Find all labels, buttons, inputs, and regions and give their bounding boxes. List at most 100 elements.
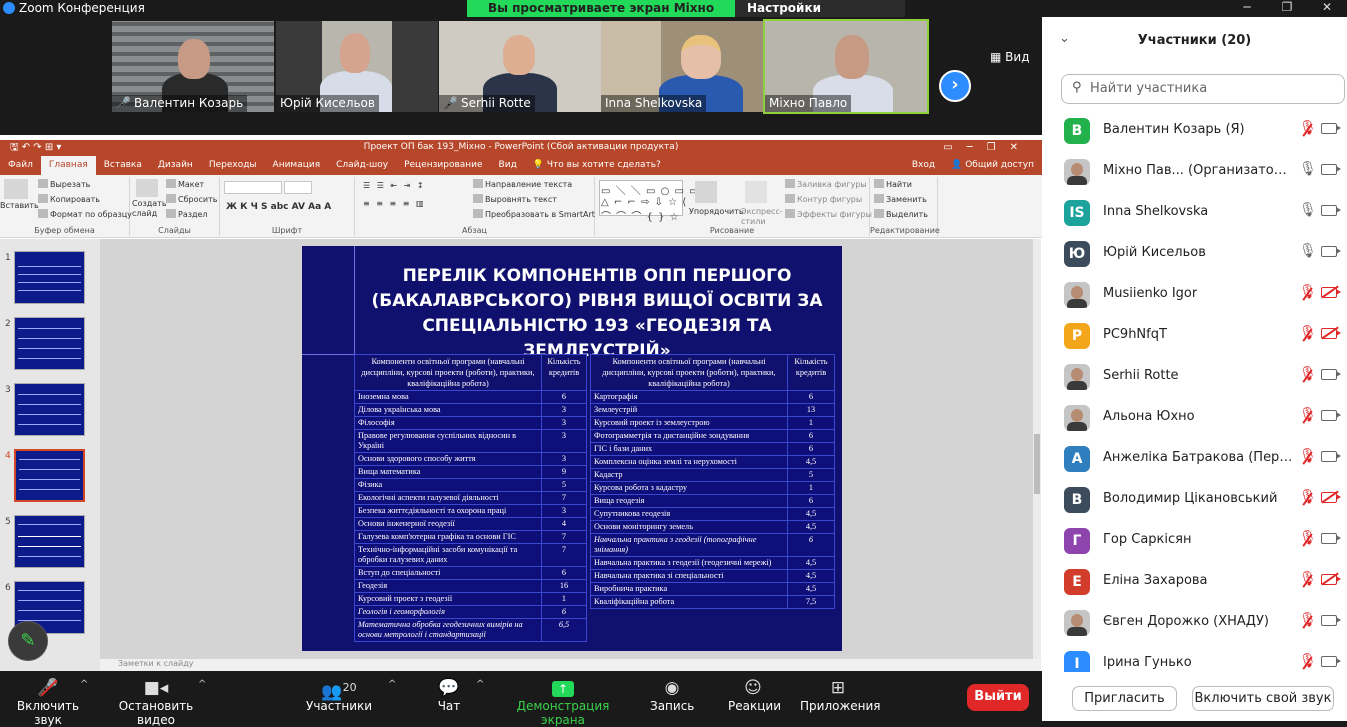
participant-row[interactable]: Г Гор Саркісян 🎙: [1042, 520, 1347, 561]
shape-fill-button[interactable]: Заливка фигуры: [785, 179, 867, 189]
tab-review[interactable]: Рецензирование: [396, 156, 490, 175]
record-button[interactable]: ◉ Запись: [650, 677, 694, 713]
select-button[interactable]: Выделить: [874, 209, 928, 219]
paste-button[interactable]: Вставить: [0, 201, 39, 210]
ppt-vertical-scrollbar[interactable]: [1033, 239, 1041, 659]
video-camera-icon[interactable]: [1321, 369, 1341, 380]
participant-row[interactable]: В Володимир Цікановський 🎙: [1042, 479, 1347, 520]
mic-muted-icon[interactable]: 🎙: [1299, 366, 1317, 386]
participants-button[interactable]: 👥20 Участники ^: [306, 677, 396, 713]
replace-button[interactable]: Заменить: [874, 194, 927, 204]
next-page-arrow-button[interactable]: ›: [939, 70, 971, 102]
invite-button[interactable]: Пригласить: [1072, 686, 1177, 711]
video-camera-icon[interactable]: [1321, 656, 1341, 667]
layout-button[interactable]: Макет: [166, 179, 204, 189]
video-camera-icon[interactable]: [1321, 533, 1341, 544]
slide-thumbnail[interactable]: [14, 515, 85, 568]
participant-search-input[interactable]: ⚲ Найти участника: [1061, 74, 1345, 104]
participant-row[interactable]: Альона Юхно 🎙: [1042, 397, 1347, 438]
find-button[interactable]: Найти: [874, 179, 912, 189]
view-settings-button[interactable]: Настройки просмотра▼: [735, 0, 905, 31]
leave-button[interactable]: Выйти: [967, 684, 1029, 711]
font-size-input[interactable]: [284, 181, 312, 194]
mic-muted-icon[interactable]: 🎙: [1299, 284, 1317, 304]
section-button[interactable]: Раздел: [166, 209, 208, 219]
tab-design[interactable]: Дизайн: [150, 156, 201, 175]
align-text-button[interactable]: Выровнять текст: [473, 194, 557, 204]
reactions-button[interactable]: ☺ Реакции: [728, 677, 781, 713]
list-buttons[interactable]: ☰ ☰ ⇤ ⇥ ↕: [363, 181, 426, 190]
annotate-pencil-button[interactable]: ✎: [8, 621, 48, 661]
participant-row[interactable]: Ю Юрій Кисельов 🎙: [1042, 233, 1347, 274]
copy-button[interactable]: Копировать: [38, 194, 100, 204]
video-tile[interactable]: 🎤 Serhii Rotte: [439, 21, 601, 112]
mic-muted-icon[interactable]: 🎙: [1299, 489, 1317, 509]
close-button[interactable]: ✕: [1307, 0, 1347, 17]
participant-row[interactable]: В Валентин Козарь (Я) 🎙: [1042, 110, 1347, 151]
video-camera-icon[interactable]: [1321, 123, 1341, 134]
share-link[interactable]: 👤 Общий доступ: [943, 156, 1042, 175]
view-button[interactable]: ▦ Вид: [990, 50, 1029, 64]
mic-muted-icon[interactable]: 🎙: [1299, 571, 1317, 591]
slide-thumbnail-selected[interactable]: [14, 449, 85, 502]
mic-muted-icon[interactable]: 🎙: [1299, 612, 1317, 632]
mic-muted-icon[interactable]: 🎙: [1299, 448, 1317, 468]
video-tile[interactable]: Юрій Кисельов: [276, 21, 438, 112]
minimize-button[interactable]: ─: [1227, 0, 1267, 17]
tab-file[interactable]: Файл: [0, 156, 41, 175]
arrange-button[interactable]: Упорядочить: [689, 207, 744, 216]
participant-row[interactable]: P PC9hNfqT 🎙: [1042, 315, 1347, 356]
chat-button[interactable]: 💬 Чат ^: [432, 677, 485, 713]
mic-muted-icon[interactable]: 🎙: [1299, 530, 1317, 550]
video-tile-active-speaker[interactable]: Міхно Павло: [763, 19, 929, 114]
tab-animation[interactable]: Анимация: [265, 156, 329, 175]
participant-row[interactable]: Serhii Rotte 🎙: [1042, 356, 1347, 397]
share-screen-button[interactable]: ↑ Демонстрация экрана: [500, 677, 626, 727]
quick-styles-button[interactable]: Экспресс-стили: [741, 207, 783, 227]
video-off-icon[interactable]: [1321, 574, 1341, 585]
mic-muted-icon[interactable]: 🎙: [1299, 325, 1317, 345]
font-name-input[interactable]: [224, 181, 282, 194]
maximize-button[interactable]: ❐: [1267, 0, 1307, 17]
slide-thumbnail[interactable]: [14, 251, 85, 304]
tab-insert[interactable]: Вставка: [96, 156, 150, 175]
video-camera-icon[interactable]: [1321, 246, 1341, 257]
participant-row[interactable]: І Ірина Гунько 🎙: [1042, 643, 1347, 672]
font-style-buttons[interactable]: Ж К Ч S abc AV Aa A: [226, 202, 331, 212]
slide-thumbnail[interactable]: [14, 383, 85, 436]
unmute-button[interactable]: 🎤 Включить звук ^: [6, 677, 90, 727]
tab-transitions[interactable]: Переходы: [201, 156, 265, 175]
tell-me-search[interactable]: 💡 Что вы хотите сделать?: [525, 156, 669, 175]
video-camera-icon[interactable]: [1321, 205, 1341, 216]
video-off-icon[interactable]: [1321, 492, 1341, 503]
scroll-thumb[interactable]: [1034, 434, 1040, 494]
participant-row[interactable]: Євген Дорожко (ХНАДУ) 🎙: [1042, 602, 1347, 643]
slide-thumbnail[interactable]: [14, 317, 85, 370]
stop-video-button[interactable]: ■◂ Остановить видео ^: [104, 677, 208, 727]
notes-pane[interactable]: Заметки к слайду: [100, 659, 1041, 671]
video-camera-icon[interactable]: [1321, 410, 1341, 421]
smartart-button[interactable]: Преобразовать в SmartArt: [473, 209, 595, 219]
video-camera-icon[interactable]: [1321, 615, 1341, 626]
ppt-window-controls[interactable]: ▭─❐✕: [943, 140, 1032, 155]
caret-up-icon[interactable]: ^: [476, 679, 484, 690]
quick-access-icons[interactable]: 🖫 ↶ ↷ ⊞ ▾: [10, 140, 61, 155]
text-direction-button[interactable]: Направление текста: [473, 179, 572, 189]
video-off-icon[interactable]: [1321, 328, 1341, 339]
new-slide-button[interactable]: Создать слайд: [132, 199, 168, 219]
mic-icon[interactable]: 🎙: [1299, 202, 1317, 222]
reset-button[interactable]: Сбросить: [166, 194, 217, 204]
shape-outline-button[interactable]: Контур фигуры: [785, 194, 862, 204]
video-camera-icon[interactable]: [1321, 164, 1341, 175]
mic-muted-icon[interactable]: 🎙: [1299, 120, 1317, 140]
caret-up-icon[interactable]: ^: [198, 679, 206, 690]
unmute-me-button[interactable]: Включить свой звук: [1192, 686, 1334, 711]
video-tile[interactable]: 🎤 Валентин Козарь: [112, 21, 274, 112]
video-tile[interactable]: Inna Shelkovska: [601, 21, 763, 112]
mic-muted-icon[interactable]: 🎙: [1299, 653, 1317, 672]
participant-row[interactable]: А Анжеліка Батракова (Перший ... 🎙: [1042, 438, 1347, 479]
caret-up-icon[interactable]: ^: [80, 679, 88, 690]
shapes-gallery[interactable]: ▭ ＼ ＼ ▭ ○ ▭ ▭ △ ⌐ ⌐ ⇨ ⇩ ☆ ⟨ ⌒ ⌒ ⌒ { } ☆: [599, 180, 699, 223]
participant-row[interactable]: Musiienko Igor 🎙: [1042, 274, 1347, 315]
format-painter-button[interactable]: Формат по образцу: [38, 209, 132, 219]
